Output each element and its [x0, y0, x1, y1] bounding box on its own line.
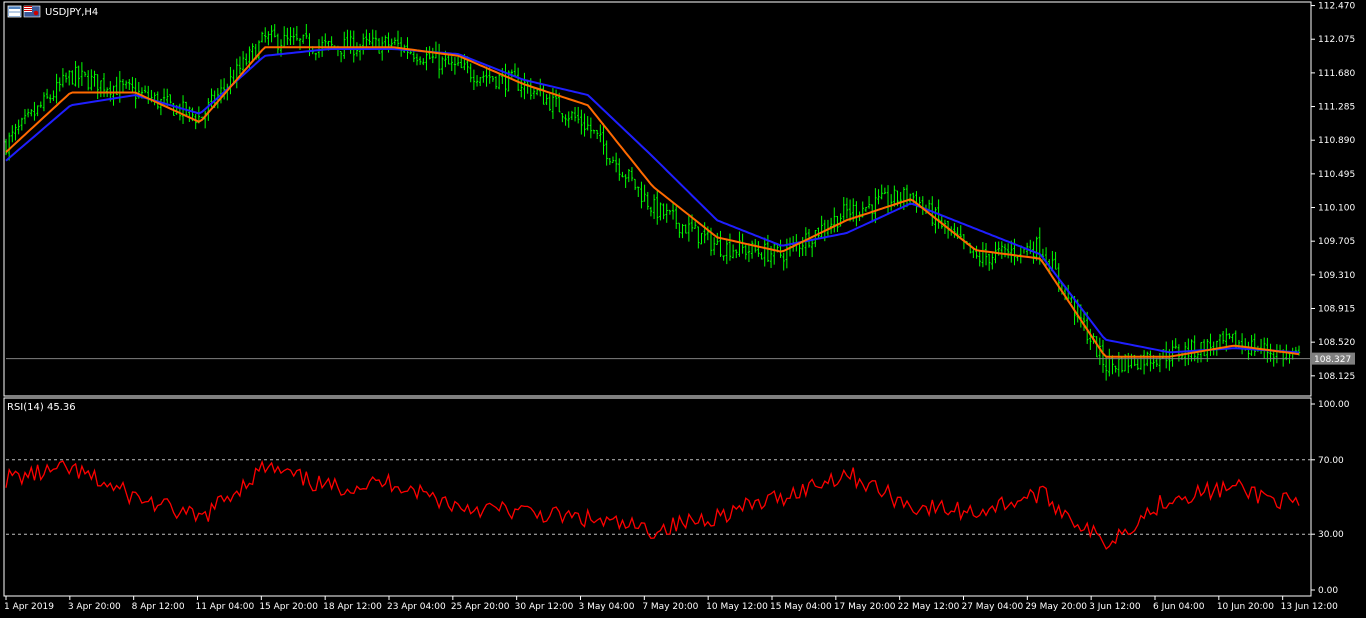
time-tick-label: 3 Apr 20:00 [68, 602, 121, 612]
time-tick-label: 3 May 04:00 [578, 602, 634, 612]
time-axis: 1 Apr 2019 3 Apr 20:00 8 Apr 12:00 11 Apr 0… [4, 596, 1338, 612]
rsi-tick-label: 0.00 [1318, 586, 1338, 596]
price-tick-label: 108.125 [1318, 372, 1355, 382]
rsi-panel-frame [3, 397, 1312, 597]
time-tick-label: 17 May 20:00 [834, 602, 896, 612]
price-tick-label: 111.680 [1318, 69, 1355, 79]
moving-averages-layer [5, 46, 1300, 358]
rsi-line [5, 459, 1300, 550]
time-tick-label: 1 Apr 2019 [4, 602, 54, 612]
time-tick-label: 6 Jun 04:00 [1153, 602, 1205, 612]
rsi-line-layer [5, 459, 1300, 550]
price-tick-label: 110.495 [1318, 170, 1355, 180]
ma-slow-line [5, 48, 1300, 354]
price-tick-label: 111.285 [1318, 103, 1355, 113]
price-tick-label: 109.705 [1318, 237, 1355, 247]
us-japan-flag-icon [23, 5, 41, 18]
rsi-label: RSI(14) 45.36 [7, 402, 76, 413]
time-tick-label: 22 May 12:00 [898, 602, 960, 612]
time-tick-label: 15 May 04:00 [770, 602, 832, 612]
price-axis: 112.470 112.075 111.680 111.285 110.890 110.4… [1311, 2, 1355, 382]
price-tick-label: 112.075 [1318, 35, 1355, 45]
rsi-tick-label: 70.00 [1318, 456, 1344, 466]
current-price-label: 108.327 [1314, 355, 1351, 365]
time-tick-label: 10 May 12:00 [706, 602, 768, 612]
time-tick-label: 10 Jun 20:00 [1217, 602, 1274, 612]
time-tick-label: 8 Apr 12:00 [132, 602, 185, 612]
price-tick-label: 108.520 [1318, 338, 1355, 348]
time-tick-label: 11 Apr 04:00 [195, 602, 254, 612]
price-tick-label: 108.915 [1318, 305, 1355, 315]
time-tick-label: 15 Apr 20:00 [259, 602, 318, 612]
time-tick-label: 23 Apr 04:00 [387, 602, 446, 612]
time-tick-label: 18 Apr 12:00 [323, 602, 382, 612]
price-tick-label: 110.100 [1318, 204, 1355, 214]
rsi-axis: 100.00 70.00 30.00 0.00 [6, 400, 1350, 596]
time-tick-label: 29 May 20:00 [1025, 602, 1087, 612]
window-title-group: USDJPY,H4 [7, 5, 98, 18]
time-tick-label: 7 May 20:00 [642, 602, 698, 612]
ma-fast-line [5, 46, 1300, 358]
price-tick-label: 110.890 [1318, 136, 1355, 146]
rsi-tick-label: 30.00 [1318, 530, 1344, 540]
price-tick-label: 112.470 [1318, 2, 1355, 12]
chart-canvas[interactable]: USDJPY,H4 112.470112.075111.680111.28511… [0, 0, 1366, 618]
time-tick-label: 13 Jun 12:00 [1281, 602, 1338, 612]
candles-layer [4, 23, 1301, 381]
chart-window-icon[interactable] [7, 5, 22, 18]
time-tick-label: 25 Apr 20:00 [451, 602, 510, 612]
time-tick-label: 3 Jun 12:00 [1089, 602, 1141, 612]
window-title: USDJPY,H4 [45, 7, 98, 18]
time-tick-label: 27 May 04:00 [961, 602, 1023, 612]
price-tick-label: 109.310 [1318, 271, 1355, 281]
time-tick-label: 30 Apr 12:00 [515, 602, 574, 612]
rsi-tick-label: 100.00 [1318, 400, 1350, 410]
